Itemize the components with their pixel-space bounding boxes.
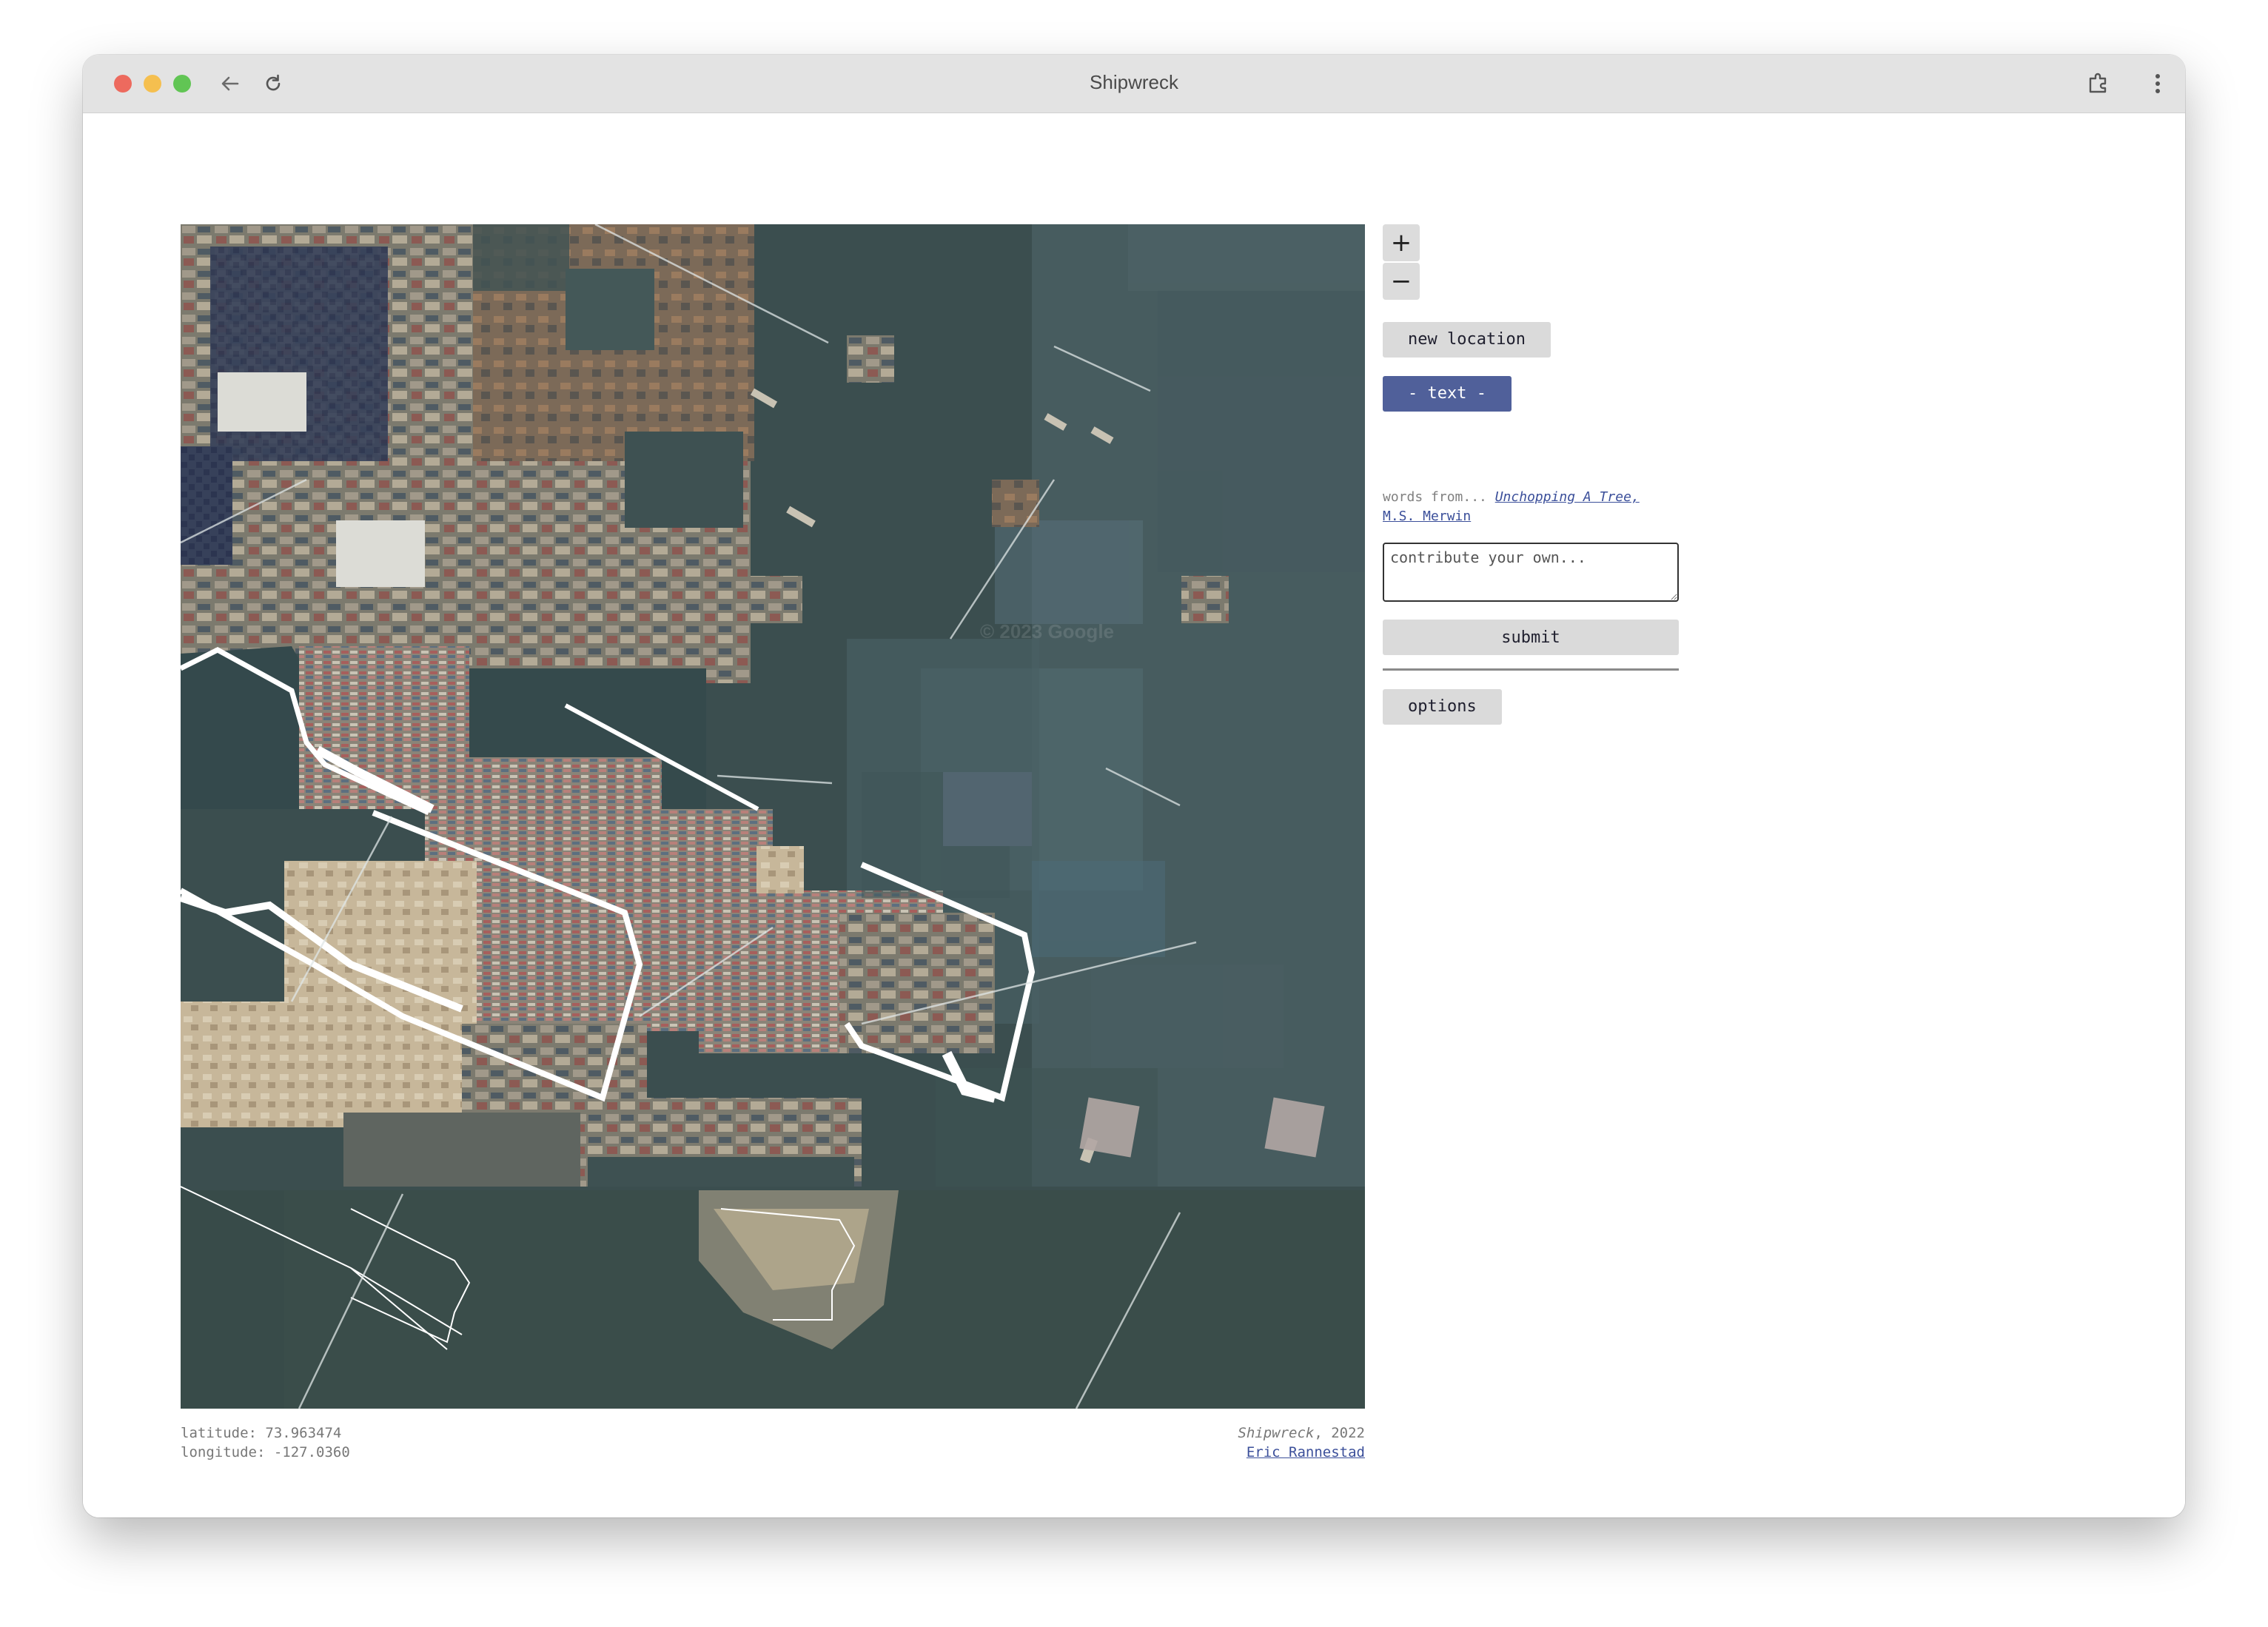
- title-bar: Shipwreck: [83, 55, 2185, 113]
- browser-window: Shipwreck © 2023 Google + − new location…: [83, 55, 2185, 1517]
- zoom-in-button[interactable]: +: [1383, 224, 1420, 261]
- artwork-title: Shipwreck: [1238, 1425, 1315, 1441]
- submit-button[interactable]: submit: [1383, 620, 1679, 655]
- poem-title-link[interactable]: Unchopping A Tree,: [1495, 489, 1640, 505]
- map-watermark: © 2023 Google: [980, 620, 1114, 643]
- poem-credit: words from... Unchopping A Tree, M.S. Me…: [1383, 488, 1679, 526]
- longitude-readout: longitude: -127.0360: [181, 1444, 350, 1460]
- map-canvas: [181, 224, 1365, 1409]
- extension-icon[interactable]: [2083, 68, 2114, 99]
- new-location-button[interactable]: new location: [1383, 322, 1551, 358]
- window-title: Shipwreck: [1090, 71, 1178, 93]
- artwork-title-line: Shipwreck, 2022: [1069, 1423, 1365, 1443]
- coordinates: latitude: 73.963474 longitude: -127.0360: [181, 1423, 350, 1462]
- words-from-label: words from...: [1383, 489, 1495, 505]
- more-vert-icon[interactable]: [2142, 68, 2173, 99]
- artwork-year: , 2022: [1314, 1425, 1365, 1441]
- page-content: © 2023 Google + − new location - text - …: [83, 113, 2185, 1517]
- zoom-out-button[interactable]: −: [1383, 263, 1420, 300]
- poem-author-link[interactable]: M.S. Merwin: [1383, 509, 1471, 524]
- artist-link[interactable]: Eric Rannestad: [1247, 1444, 1365, 1460]
- contribute-text-field[interactable]: [1383, 543, 1679, 602]
- controls-divider: [1383, 668, 1679, 671]
- options-button[interactable]: options: [1383, 689, 1502, 725]
- satellite-map[interactable]: © 2023 Google: [181, 224, 1365, 1409]
- artwork-attribution: Shipwreck, 2022 Eric Rannestad: [1069, 1423, 1365, 1462]
- latitude-readout: latitude: 73.963474: [181, 1425, 342, 1441]
- text-toggle-button[interactable]: - text -: [1383, 376, 1512, 412]
